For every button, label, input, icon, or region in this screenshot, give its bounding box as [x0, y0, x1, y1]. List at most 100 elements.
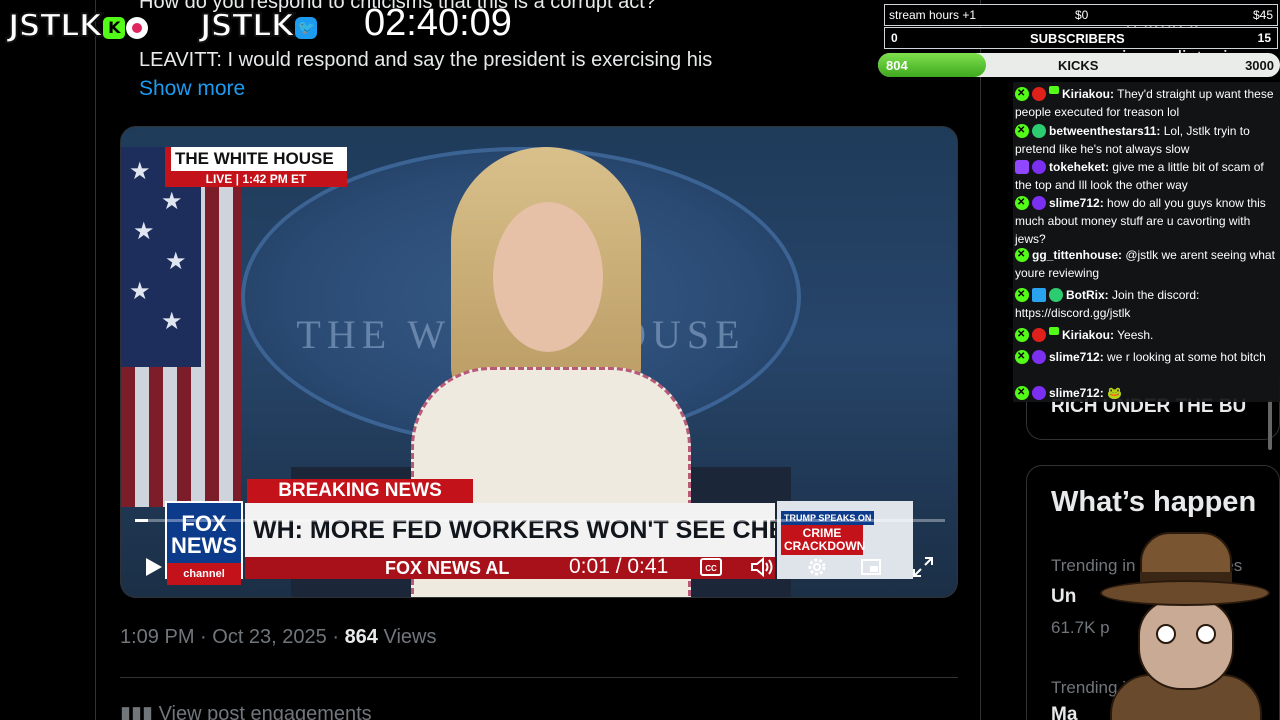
views-label: Views	[377, 626, 437, 648]
chat-username: tokeheket:	[1049, 160, 1110, 174]
whats-happening-title: What’s happen	[1051, 486, 1257, 518]
avatar-icon	[1032, 328, 1046, 342]
kick-badge-icon	[1015, 122, 1029, 140]
kick-badge-icon	[1015, 194, 1029, 212]
twitter-channel-logo: JSTLK 🐦	[199, 7, 317, 45]
detective-mascot	[1100, 528, 1270, 720]
avatar-icon	[1032, 350, 1046, 364]
picture-in-picture-icon	[859, 555, 883, 579]
chat-username: gg_tittenhouse:	[1032, 248, 1122, 262]
chat-text: Yeesh.	[1114, 328, 1154, 342]
chat-message: tokeheket: give me a little bit of scam …	[1015, 158, 1278, 194]
chat-text: we r looking at some hot bitch	[1103, 350, 1266, 364]
video-progress-bar[interactable]	[135, 519, 945, 522]
chat-username: slime712:	[1049, 196, 1104, 210]
view-engagements-link[interactable]: ▮▮▮ View post engagements	[120, 701, 372, 720]
promo-top-text: TRUMP SPEAKS ON	[781, 511, 875, 525]
chat-message: gg_tittenhouse: @jstlk we arent seeing w…	[1015, 246, 1278, 282]
chat-message: betweenthestars11: Lol, Jstlk tryin to p…	[1015, 122, 1278, 158]
breaking-news-tag: BREAKING NEWS	[247, 479, 473, 503]
chat-message: slime712: we r looking at some hot bitch	[1015, 348, 1278, 366]
video-progress-fill	[135, 519, 148, 522]
tweet-column: How do you respond to criticisms that th…	[95, 0, 981, 720]
avatar-icon	[1032, 196, 1046, 210]
kick-badge-icon	[1015, 348, 1029, 366]
pip-button[interactable]	[859, 547, 883, 587]
twitch-icon	[1015, 160, 1029, 174]
stream-clock: 02:40:09	[364, 2, 512, 44]
chat-username: BotRix:	[1066, 288, 1109, 302]
bar-chart-icon: ▮▮▮	[120, 703, 159, 720]
star-badge-icon	[1032, 160, 1046, 174]
chat-message: slime712: 🐸	[1015, 384, 1278, 402]
captions-button[interactable]: CC	[699, 547, 723, 587]
kick-badge-icon	[1015, 246, 1029, 264]
twitter-bird-icon: 🐦	[294, 16, 317, 39]
hours-label: stream hours +1	[889, 8, 977, 22]
chat-message: slime712: how do all you guys know this …	[1015, 194, 1278, 248]
subscriber-badge-icon	[1049, 86, 1059, 94]
mascot-eye	[1196, 624, 1216, 644]
chat-username: betweenthestars11:	[1049, 124, 1161, 138]
closed-captions-icon: CC	[699, 555, 723, 579]
volume-button[interactable]	[749, 547, 775, 587]
settings-button[interactable]	[805, 547, 829, 587]
chat-username: Kiriakou:	[1062, 87, 1115, 101]
kicks-current: 804	[886, 58, 908, 73]
kick-channel-logo: JSTLK K	[7, 7, 148, 45]
chat-message: Kiriakou: They'd straight up want these …	[1015, 85, 1278, 121]
kicks-goal-bar: 804 KICKS 3000	[878, 53, 1280, 77]
fullscreen-icon	[911, 555, 935, 579]
subs-goal-row: 0 SUBSCRIBERS 15	[884, 27, 1278, 49]
mascot-eye	[1156, 624, 1176, 644]
volume-icon	[749, 555, 775, 579]
chat-username: slime712:	[1049, 386, 1104, 400]
subscriber-badge-icon	[1049, 327, 1059, 335]
verified-badge-icon	[1049, 288, 1063, 302]
views-count: 864	[344, 626, 378, 648]
kick-icon: K	[102, 16, 125, 39]
bug-title: THE WHITE HOUSE	[165, 147, 347, 171]
tweet-timestamp[interactable]: 1:09 PM · Oct 23, 2025 ·	[120, 626, 345, 648]
fullscreen-button[interactable]	[911, 547, 935, 587]
trend1-name[interactable]: Un	[1051, 586, 1076, 608]
chat-text: 🐸	[1103, 386, 1122, 400]
video-time: 0:01 / 0:41	[569, 555, 669, 578]
bug-live-time: LIVE | 1:42 PM ET	[165, 171, 347, 187]
subs-current: 0	[891, 31, 898, 45]
record-icon	[125, 16, 148, 39]
tweet-meta: 1:09 PM · Oct 23, 2025 · 864 Views	[120, 626, 436, 649]
chat-message: Kiriakou: Yeesh.	[1015, 326, 1278, 344]
chat-username: slime712:	[1049, 350, 1104, 364]
kick-badge-icon	[1015, 286, 1029, 304]
play-button[interactable]	[141, 547, 165, 587]
mascot-face	[1138, 598, 1234, 690]
scrollbar-thumb[interactable]	[1268, 400, 1272, 450]
subs-label: SUBSCRIBERS	[1030, 31, 1125, 46]
subs-target: 15	[1257, 31, 1271, 45]
video-player[interactable]: ★★ ★★ ★★ THE WHITE HOUSE THE WHITE HOUSE…	[120, 126, 958, 598]
kick-badge-icon	[1015, 326, 1029, 344]
speaker-face	[493, 202, 603, 352]
show-more-link[interactable]: Show more	[139, 77, 245, 101]
divider	[120, 677, 958, 678]
video-controls: 0:01 / 0:41 CC	[121, 547, 957, 587]
tweet-answer-text: LEAVITT: I would respond and say the pre…	[139, 49, 713, 71]
kicks-label: KICKS	[1058, 58, 1099, 73]
hours-goal-row: stream hours +1 $0 $45	[884, 4, 1278, 26]
svg-text:CC: CC	[705, 564, 717, 573]
hours-min: $0	[1075, 8, 1089, 22]
avatar-icon	[1032, 386, 1046, 400]
chat-username: Kiriakou:	[1062, 328, 1115, 342]
chat-message: BotRix: Join the discord: https://discor…	[1015, 286, 1278, 322]
stream-chat: Kiriakou: They'd straight up want these …	[1013, 82, 1280, 402]
engagements-label: View post engagements	[158, 703, 372, 720]
logo-text-2: JSTLK	[199, 7, 296, 45]
kick-badge-icon	[1015, 384, 1029, 402]
kick-badge-icon	[1015, 85, 1029, 103]
avatar-icon	[1032, 124, 1046, 138]
bot-badge-icon	[1032, 288, 1046, 302]
stream-goals-panel: stream hours +1 $0 $45 0 SUBSCRIBERS 15 …	[878, 2, 1280, 78]
play-icon	[141, 555, 165, 579]
trend2-name[interactable]: Ma	[1051, 704, 1077, 720]
